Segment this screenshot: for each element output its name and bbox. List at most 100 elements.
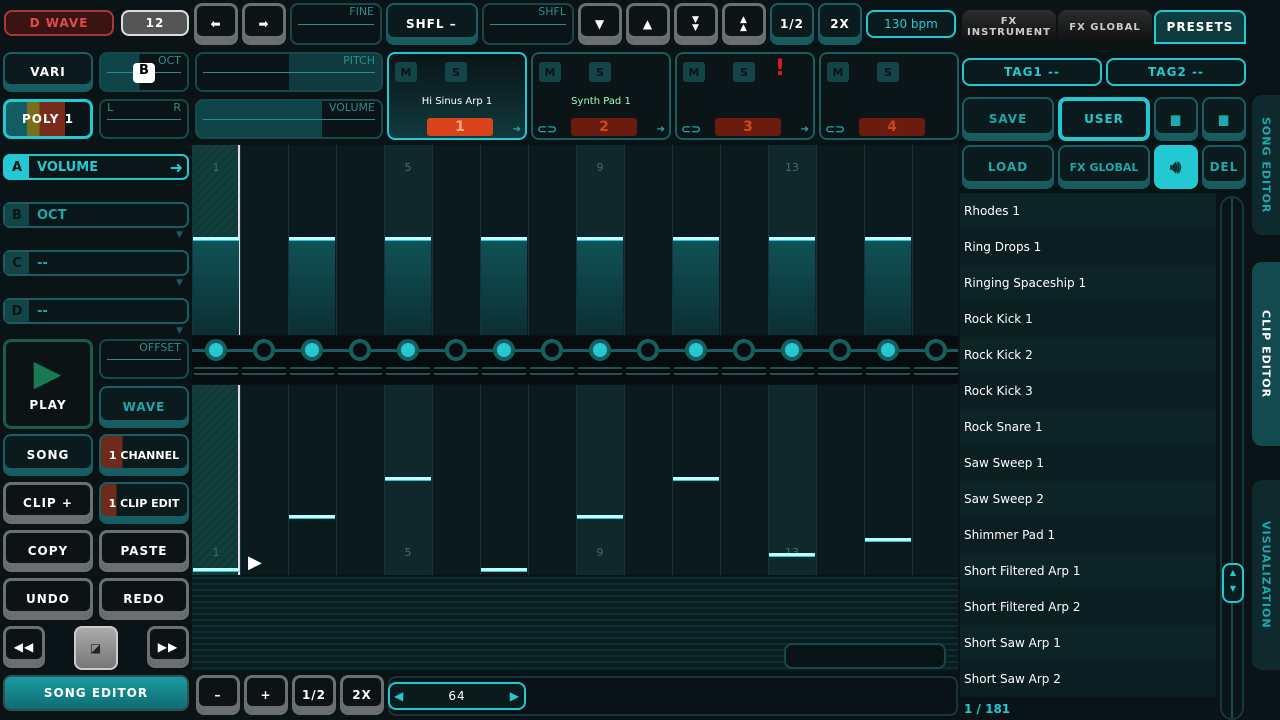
copy-button[interactable]: COPY	[3, 530, 93, 572]
step-column[interactable]	[912, 385, 960, 575]
preset-item[interactable]: Short Filtered Arp 1	[960, 553, 1216, 589]
value-bar[interactable]	[673, 477, 719, 481]
half-length-button[interactable]: 1/2	[292, 675, 336, 715]
value-bar[interactable]	[769, 553, 815, 557]
dropdown-icon[interactable]: ▼	[176, 230, 183, 240]
play-button[interactable]: ▶ PLAY	[3, 339, 93, 429]
preset-item[interactable]: Shimmer Pad 1	[960, 517, 1216, 553]
step-toggle[interactable]	[925, 339, 947, 361]
paste-button[interactable]: PASTE	[99, 530, 189, 572]
step-column[interactable]	[336, 145, 384, 335]
solo-button[interactable]: S	[445, 62, 467, 82]
down-button[interactable]: ▼	[578, 3, 622, 45]
double-up-button[interactable]: ▲ ▲	[722, 3, 766, 45]
preset-item[interactable]: Rock Kick 1	[960, 301, 1216, 337]
undo-button[interactable]: UNDO	[3, 578, 93, 620]
step-toggle[interactable]	[781, 339, 803, 361]
preset-scrollbar[interactable]: ▲ ▼	[1220, 196, 1244, 720]
solo-button[interactable]: S	[733, 62, 755, 82]
step-column[interactable]	[720, 145, 768, 335]
redo-button[interactable]: REDO	[99, 578, 189, 620]
value-bar[interactable]	[865, 537, 911, 542]
preset-item[interactable]: Rock Kick 2	[960, 337, 1216, 373]
step-column[interactable]	[816, 145, 864, 335]
value-bar[interactable]	[193, 237, 239, 241]
preset-item[interactable]: Ring Drops 1	[960, 229, 1216, 265]
preset-item[interactable]: Rhodes 1	[960, 193, 1216, 229]
step-column[interactable]	[288, 385, 336, 575]
step-column[interactable]	[240, 385, 288, 575]
shuffle-button[interactable]: SHFL –	[386, 3, 478, 45]
load-button[interactable]: LOAD	[962, 145, 1054, 189]
preset-item[interactable]: Short Saw Arp 1	[960, 625, 1216, 661]
mute-button[interactable]: M	[827, 62, 849, 82]
step-column[interactable]	[720, 385, 768, 575]
value-bar[interactable]	[289, 515, 335, 519]
up-button[interactable]: ▲	[626, 3, 670, 45]
upper-automation-lane[interactable]: 1 5 9 13	[192, 145, 958, 335]
solo-button[interactable]: S	[877, 62, 899, 82]
step-column[interactable]	[912, 145, 960, 335]
song-button[interactable]: SONG	[3, 434, 93, 476]
track-1[interactable]: M S Hi Sinus Arp 1 1 ➜	[387, 52, 527, 140]
value-bar[interactable]	[289, 237, 335, 241]
step-toggle[interactable]	[349, 339, 371, 361]
step-column[interactable]	[432, 385, 480, 575]
tag1-select[interactable]: TAG1 --	[962, 58, 1102, 86]
preset-item[interactable]: Ringing Spaceship 1	[960, 265, 1216, 301]
step-column[interactable]	[624, 385, 672, 575]
song-overview[interactable]	[192, 577, 958, 671]
arrow-right-button[interactable]: ➡	[242, 3, 286, 45]
wave-select[interactable]: D WAVE	[4, 10, 114, 36]
mute-button[interactable]: M	[539, 62, 561, 82]
zoom-in-button[interactable]: +	[244, 675, 288, 715]
half-tempo-button[interactable]: 1/2	[770, 3, 814, 45]
step-toggle[interactable]	[301, 339, 323, 361]
shuffle-slider[interactable]: SHFL	[482, 3, 574, 45]
fine-slider[interactable]: FINE	[290, 3, 382, 45]
overview-viewport[interactable]	[784, 643, 946, 669]
oct-slider[interactable]: OCT B	[99, 52, 189, 92]
value-bar[interactable]	[481, 568, 527, 573]
folder-up-button[interactable]: ▆	[1202, 97, 1246, 141]
preset-item[interactable]: Short Saw Arp 2	[960, 661, 1216, 697]
song-editor-button[interactable]: SONG EDITOR	[3, 675, 189, 711]
step-toggle[interactable]	[877, 339, 899, 361]
value-bar[interactable]	[865, 237, 911, 241]
param-a[interactable]: A VOLUME ➜	[3, 154, 189, 180]
step-column[interactable]	[528, 385, 576, 575]
step-column[interactable]	[480, 385, 528, 575]
fast-forward-button[interactable]: ▶▶	[147, 626, 189, 668]
value-bar[interactable]	[385, 477, 431, 481]
step-toggle[interactable]	[733, 339, 755, 361]
clip-plus-button[interactable]: CLIP +	[3, 482, 93, 524]
lower-automation-lane[interactable]: 15913	[192, 385, 958, 575]
step-column[interactable]	[336, 385, 384, 575]
rewind-button[interactable]: ◀◀	[3, 626, 45, 668]
track-2[interactable]: M S Synth Pad 1 ⊂⊃ 2 ➜	[531, 52, 671, 140]
track-3[interactable]: M S ! ⊂⊃ 3 ➜	[675, 52, 815, 140]
step-column[interactable]	[528, 145, 576, 335]
octave-select[interactable]: 12	[121, 10, 189, 36]
double-down-button[interactable]: ▼ ▼	[674, 3, 718, 45]
offset-slider[interactable]: OFFSET	[99, 339, 189, 379]
fx-global-button[interactable]: FX GLOBAL	[1058, 145, 1150, 189]
track-number[interactable]: 3	[715, 118, 781, 136]
step-toggle[interactable]	[205, 339, 227, 361]
step-column[interactable]	[624, 145, 672, 335]
tab-fx-global[interactable]: FX GLOBAL	[1058, 10, 1152, 44]
step-toggle[interactable]	[253, 339, 275, 361]
side-tab-song-editor[interactable]: SONG EDITOR	[1252, 95, 1280, 235]
arrow-left-button[interactable]: ⬅	[194, 3, 238, 45]
folder-down-button[interactable]: ▆	[1154, 97, 1198, 141]
delete-button[interactable]: DEL	[1202, 145, 1246, 189]
preset-item[interactable]: Rock Snare 1	[960, 409, 1216, 445]
double-length-button[interactable]: 2X	[340, 675, 384, 715]
user-button[interactable]: USER	[1058, 97, 1150, 141]
zoom-out-button[interactable]: –	[196, 675, 240, 715]
step-toggle[interactable]	[397, 339, 419, 361]
poly-button[interactable]: POLY 1	[3, 99, 93, 139]
step-toggle[interactable]	[445, 339, 467, 361]
dropdown-icon[interactable]: ▼	[176, 278, 183, 288]
dropdown-icon[interactable]: ▼	[176, 326, 183, 336]
